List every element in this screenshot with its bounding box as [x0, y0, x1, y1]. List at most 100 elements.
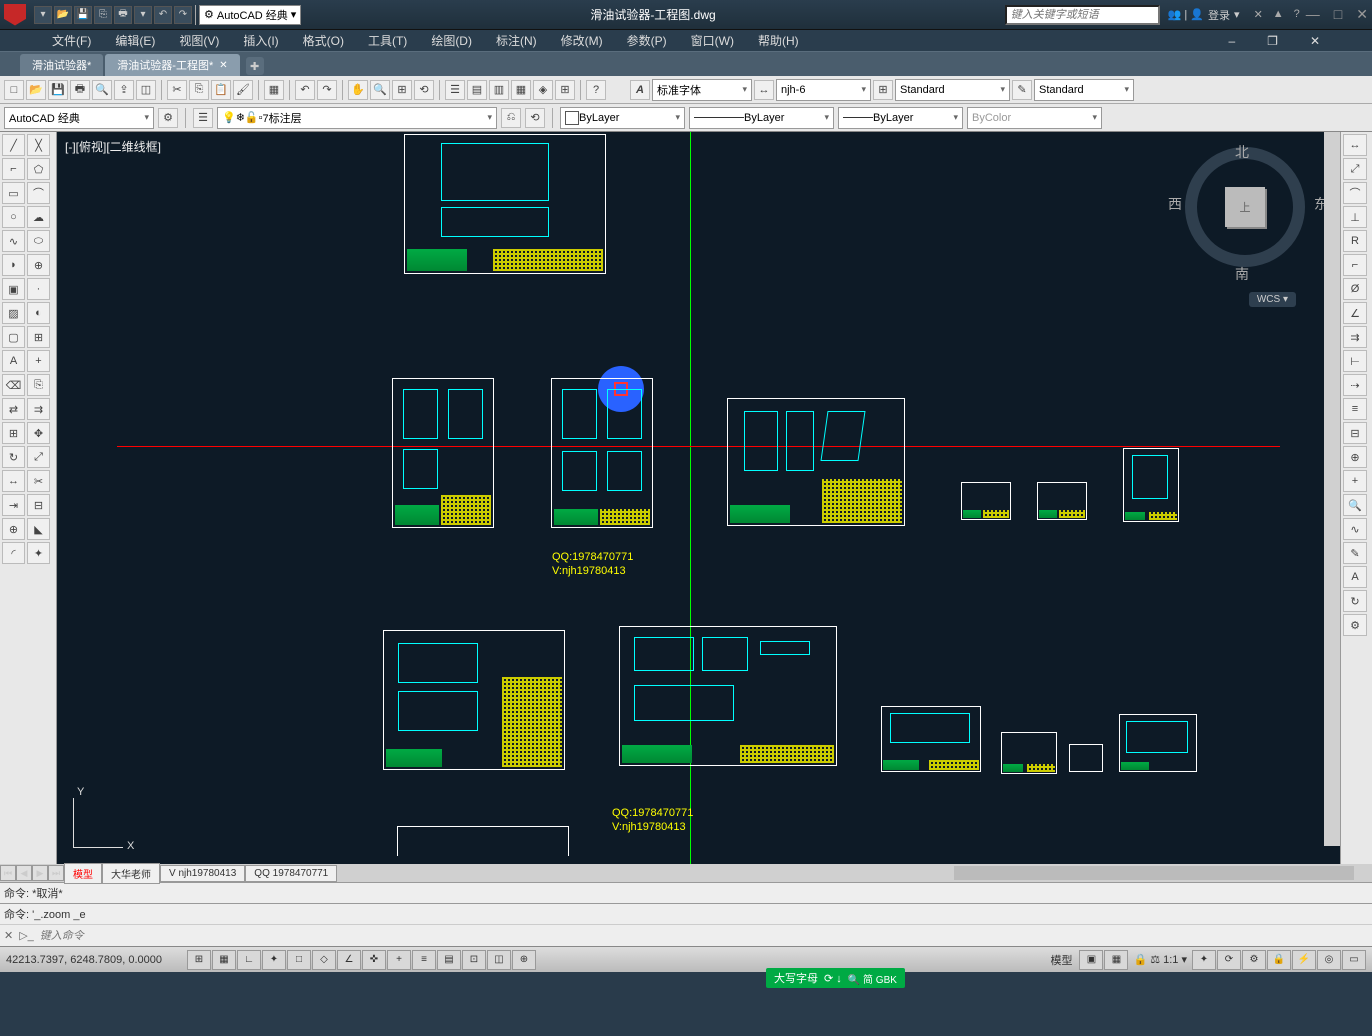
dimstyle-dropdown[interactable]: njh-6 — [776, 79, 871, 101]
insert-icon[interactable]: ⊕ — [27, 254, 50, 276]
grid-icon[interactable]: ▦ — [212, 950, 236, 970]
ws-switch-icon[interactable]: ⚙ — [1242, 950, 1266, 970]
break-icon[interactable]: ⊟ — [27, 494, 50, 516]
viewcube-south[interactable]: 南 — [1235, 264, 1249, 284]
doc-tab-1[interactable]: 滑油试验器* — [20, 54, 103, 76]
qnew-icon[interactable]: □ — [4, 80, 24, 100]
sc-icon[interactable]: ◫ — [487, 950, 511, 970]
layerstate-icon[interactable]: ⎌ — [501, 108, 521, 128]
menu-help[interactable]: 帮助(H) — [746, 29, 811, 52]
dim-space-icon[interactable]: ≡ — [1343, 398, 1367, 420]
close-icon[interactable]: ✕ — [1356, 6, 1368, 23]
toolpalette-icon[interactable]: ▥ — [489, 80, 509, 100]
spline-icon[interactable]: ∿ — [2, 230, 25, 252]
copy2-icon[interactable]: ⎘ — [27, 374, 50, 396]
hardware-accel-icon[interactable]: ⚡ — [1292, 950, 1316, 970]
hatch-icon[interactable]: ▨ — [2, 302, 25, 324]
textstyle-dropdown[interactable]: 标准字体 — [652, 79, 752, 101]
dcenter-icon[interactable]: ▤ — [467, 80, 487, 100]
snap-icon[interactable]: ⊞ — [187, 950, 211, 970]
print-icon[interactable]: 🖶 — [114, 6, 132, 24]
save2-icon[interactable]: 💾 — [48, 80, 68, 100]
command-input[interactable] — [40, 930, 1368, 942]
rotate-icon[interactable]: ↻ — [2, 446, 25, 468]
dim-ord-icon[interactable]: ⊥ — [1343, 206, 1367, 228]
inspect-icon[interactable]: 🔍 — [1343, 494, 1367, 516]
dyn-icon[interactable]: + — [387, 950, 411, 970]
viewcube-north[interactable]: 北 — [1235, 142, 1249, 162]
rectangle-icon[interactable]: ▭ — [2, 182, 25, 204]
menu-dimension[interactable]: 标注(N) — [484, 29, 549, 52]
stretch-icon[interactable]: ↔ — [2, 470, 25, 492]
3dosnap-icon[interactable]: ◇ — [312, 950, 336, 970]
menu-modify[interactable]: 修改(M) — [549, 29, 615, 52]
dim-baseline-icon[interactable]: ⊢ — [1343, 350, 1367, 372]
redo2-icon[interactable]: ↷ — [317, 80, 337, 100]
help-icon[interactable]: ? — [1294, 8, 1300, 21]
account-area[interactable]: 👥 | 👤 登录 ▾ — [1168, 7, 1240, 23]
plot-icon[interactable]: ▾ — [134, 6, 152, 24]
polygon-icon[interactable]: ⬠ — [27, 158, 50, 180]
extend-icon[interactable]: ⇥ — [2, 494, 25, 516]
wcs-dropdown[interactable]: WCS ▾ — [1249, 292, 1296, 307]
otrack-icon[interactable]: ∠ — [337, 950, 361, 970]
plot2-icon[interactable]: 🖶 — [70, 80, 90, 100]
qp-icon[interactable]: ⊡ — [462, 950, 486, 970]
zoomwin-icon[interactable]: ⊞ — [392, 80, 412, 100]
menu-tools[interactable]: 工具(T) — [356, 29, 419, 52]
chamfer-icon[interactable]: ◣ — [27, 518, 50, 540]
markup-icon[interactable]: ◈ — [533, 80, 553, 100]
dim-aligned-icon[interactable]: ⤢ — [1343, 158, 1367, 180]
osnap-icon[interactable]: □ — [287, 950, 311, 970]
dim-jog-icon[interactable]: ⌐ — [1343, 254, 1367, 276]
tab-next-icon[interactable]: ▶ — [32, 865, 48, 881]
menu-draw[interactable]: 绘图(D) — [419, 29, 484, 52]
pan-icon[interactable]: ✋ — [348, 80, 368, 100]
region-icon[interactable]: ▢ — [2, 326, 25, 348]
copy-icon[interactable]: ⎘ — [189, 80, 209, 100]
save-icon[interactable]: 💾 — [74, 6, 92, 24]
paste-icon[interactable]: 📋 — [211, 80, 231, 100]
dim-radius-icon[interactable]: R — [1343, 230, 1367, 252]
menu-file[interactable]: 文件(F) — [40, 29, 103, 52]
am-icon[interactable]: ⊕ — [512, 950, 536, 970]
model-paper-toggle[interactable]: 模型 — [1044, 952, 1078, 968]
revcloud-icon[interactable]: ☁ — [27, 206, 50, 228]
viewport-label[interactable]: [-][俯视][二维线框] — [65, 138, 161, 155]
layer-dropdown[interactable]: 💡❄🔓▫ 7标注层 — [217, 107, 497, 129]
dim-quick-icon[interactable]: ⇉ — [1343, 326, 1367, 348]
tablestyle-dropdown[interactable]: Standard — [895, 79, 1010, 101]
tablestyle-btn-icon[interactable]: ⊞ — [873, 80, 893, 100]
scrollbar-vertical[interactable] — [1324, 132, 1340, 846]
erase-icon[interactable]: ⌫ — [2, 374, 25, 396]
offset-icon[interactable]: ⇉ — [27, 398, 50, 420]
properties-icon[interactable]: ☰ — [445, 80, 465, 100]
ime-badge[interactable]: 大写字母 ⟳ ↓ 🔍 简 GBK — [766, 968, 905, 988]
open-icon[interactable]: 📂 — [54, 6, 72, 24]
dim-linear-icon[interactable]: ↔ — [1343, 134, 1367, 156]
cmd-close-icon[interactable]: ✕ — [4, 929, 13, 942]
plotstyle-dropdown[interactable]: ByColor — [967, 107, 1102, 129]
dimstyle-btn-icon[interactable]: ↔ — [754, 80, 774, 100]
textstyle-btn-icon[interactable]: A — [630, 80, 650, 100]
workspace-dropdown[interactable]: AutoCAD 经典 — [4, 107, 154, 129]
linetype-dropdown[interactable]: ByLayer — [689, 107, 834, 129]
exchange-x-icon[interactable]: ✕ — [1254, 8, 1263, 21]
tolerance-icon[interactable]: ⊕ — [1343, 446, 1367, 468]
dim-continue-icon[interactable]: ⇢ — [1343, 374, 1367, 396]
coordinates[interactable]: 42213.7397, 6248.7809, 0.0000 — [6, 954, 186, 966]
viewcube-west[interactable]: 西 — [1168, 194, 1182, 214]
mleaderstyle-dropdown[interactable]: Standard — [1034, 79, 1134, 101]
xline-icon[interactable]: ╳ — [27, 134, 50, 156]
layerprev-icon[interactable]: ⟲ — [525, 108, 545, 128]
mtext-icon[interactable]: A — [2, 350, 25, 372]
mdi-close-icon[interactable]: ✕ — [1298, 31, 1332, 51]
dimstyle-icon[interactable]: ⚙ — [1343, 614, 1367, 636]
undo-icon[interactable]: ↶ — [154, 6, 172, 24]
toolbar-lock-icon[interactable]: 🔒 — [1267, 950, 1291, 970]
gradient-icon[interactable]: ◐ — [27, 302, 50, 324]
help-btn-icon[interactable]: ? — [586, 80, 606, 100]
scale-icon[interactable]: ⤢ — [27, 446, 50, 468]
layout-tab-2[interactable]: V njh19780413 — [160, 865, 245, 882]
3ddwf-icon[interactable]: ◫ — [136, 80, 156, 100]
